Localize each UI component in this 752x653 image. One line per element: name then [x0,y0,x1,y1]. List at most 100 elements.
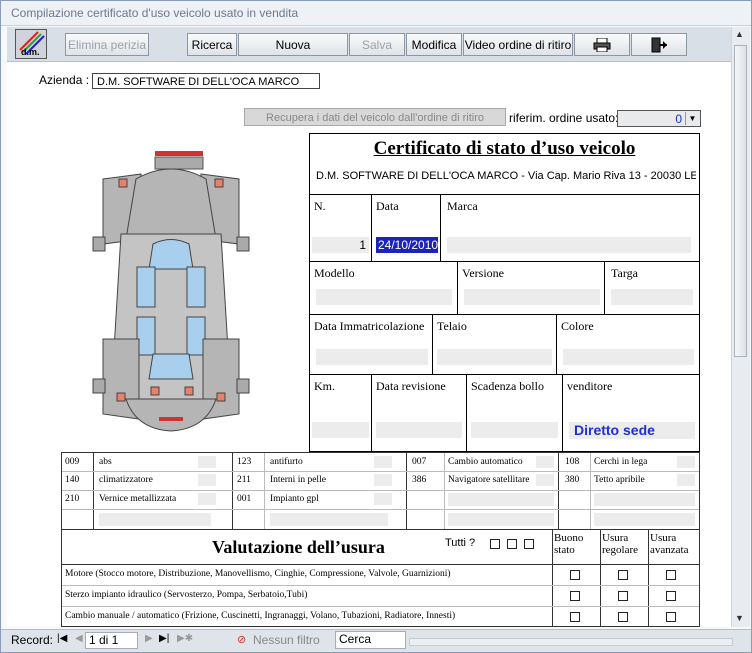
data-field[interactable]: 24/10/2010 [376,237,438,253]
wear-checkbox[interactable] [666,591,676,601]
next-record-icon[interactable]: ▶ [145,633,153,644]
first-record-icon[interactable]: |◀ [57,633,67,644]
options-table: 009 abs 123 antifurto 007 Cambio automat… [61,452,700,530]
edit-button[interactable]: Modifica [406,33,462,56]
vertical-scrollbar[interactable]: ▲ ▼ [731,27,750,627]
option-check-field[interactable] [536,456,554,468]
targa-cell: Targa [604,261,700,315]
bollo-field[interactable] [471,422,558,438]
recover-data-button[interactable]: Recupera i dati del veicolo dall'ordine … [244,108,506,126]
venditore-label: venditore [567,379,613,393]
search-button[interactable]: Ricerca [187,33,237,56]
search-input[interactable]: Cerca [335,631,406,649]
wear-checkbox[interactable] [618,570,628,580]
wear-checkbox[interactable] [618,612,628,622]
all-good-checkbox[interactable] [490,539,500,549]
option-extra-field[interactable] [448,493,554,506]
wear-checkbox[interactable] [570,612,580,622]
option-check-field[interactable] [198,456,216,468]
dm-logo-button[interactable]: d.m. [15,29,47,59]
option-code: 123 [237,457,252,467]
option-name: Interni in pelle [270,475,326,485]
km-field[interactable] [312,422,369,438]
option-code: 009 [65,457,80,467]
option-check-field[interactable] [374,493,392,505]
option-check-field[interactable] [677,474,695,486]
option-name: Cerchi in lega [594,457,648,467]
option-code: 380 [565,475,580,485]
option-extra-field[interactable] [448,513,554,526]
option-extra-field[interactable] [594,513,695,526]
option-check-field[interactable] [536,474,554,486]
wear-checkbox[interactable] [570,570,580,580]
scroll-up-icon[interactable]: ▲ [735,29,744,39]
data-cell: Data 24/10/2010 [371,194,441,262]
wear-checkbox[interactable] [666,612,676,622]
modello-cell: Modello [309,261,458,315]
option-extra-field[interactable] [594,493,695,506]
versione-cell: Versione [457,261,605,315]
horizontal-scrollbar[interactable] [409,638,733,646]
company-line: D.M. SOFTWARE DI DELL'OCA MARCO - Via Ca… [316,170,696,182]
all-regular-checkbox[interactable] [507,539,517,549]
option-check-field[interactable] [198,474,216,486]
option-extra-field[interactable] [270,513,388,526]
option-check-field[interactable] [374,474,392,486]
option-check-field[interactable] [198,493,216,505]
car-damage-diagram[interactable] [81,149,261,441]
window-title: Compilazione certificato d'uso veicolo u… [11,6,299,20]
option-code: 211 [237,475,251,485]
colore-label: Colore [561,319,594,333]
immatricolazione-field[interactable] [316,349,428,365]
record-navigation-bar: Record: |◀ ◀ 1 di 1 ▶ ▶| ▶✱ ⊘ Nessun fil… [1,629,751,652]
exit-door-icon [651,37,667,53]
video-button[interactable]: Video ordine di ritiro [463,33,573,56]
ref-order-value: 0 [675,112,682,126]
revisione-field[interactable] [376,422,462,438]
option-name: Tetto apribile [594,475,645,485]
option-extra-field[interactable] [99,513,211,526]
telaio-field[interactable] [437,349,552,365]
km-label: Km. [314,379,335,393]
new-certification-button[interactable]: Nuova Certificazione [238,33,348,75]
wear-checkbox[interactable] [618,591,628,601]
azienda-field[interactable]: D.M. SOFTWARE DI DELL'OCA MARCO [92,73,320,89]
colore-field[interactable] [563,349,694,365]
filter-label[interactable]: Nessun filtro [253,633,320,647]
n-field[interactable]: 1 [312,237,369,253]
ref-order-label: riferim. ordine usato: [509,111,619,125]
chevron-down-icon[interactable]: ▼ [685,112,699,125]
option-check-field[interactable] [374,456,392,468]
last-record-icon[interactable]: ▶| [159,633,169,644]
scroll-thumb[interactable] [734,45,747,357]
col-advanced-header: Usura avanzata [650,532,689,556]
certificate-header: Certificato di stato d’uso veicolo D.M. … [309,133,700,195]
record-counter[interactable]: 1 di 1 [85,632,138,649]
ref-order-select[interactable]: 0 ▼ [617,110,701,127]
option-check-field[interactable] [677,456,695,468]
wear-checkbox[interactable] [570,591,580,601]
print-button[interactable] [574,33,630,56]
exit-button[interactable] [631,33,687,56]
scroll-down-icon[interactable]: ▼ [735,613,744,623]
record-label: Record: [11,633,54,647]
option-code: 001 [237,494,252,504]
versione-field[interactable] [464,289,600,305]
wear-title: Valutazione dell’usura [212,537,385,557]
targa-field[interactable] [611,289,693,305]
modello-field[interactable] [316,289,452,305]
prev-record-icon[interactable]: ◀ [75,633,83,644]
n-label: N. [314,199,326,213]
delete-button[interactable]: Elimina perizia [65,33,149,56]
new-record-icon[interactable]: ▶✱ [177,633,193,644]
marca-field[interactable] [447,237,691,253]
all-advanced-checkbox[interactable] [524,539,534,549]
wear-checkbox[interactable] [666,570,676,580]
venditore-field[interactable]: Diretto sede [569,422,695,439]
option-code: 108 [565,457,580,467]
option-code: 007 [412,457,427,467]
save-button[interactable]: Salva [349,33,405,56]
option-code: 140 [65,475,80,485]
immatricolazione-label: Data Immatricolazione [314,319,425,333]
option-name: climatizzatore [99,475,153,485]
